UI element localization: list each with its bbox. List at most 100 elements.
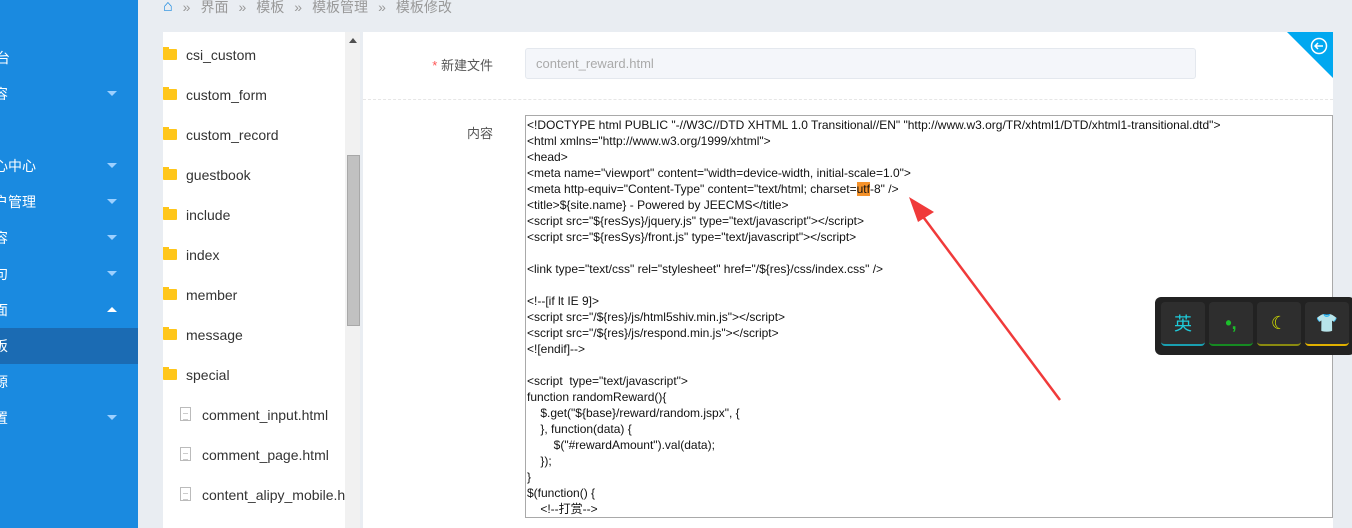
edit-form: * 新建文件 content_reward.html 内容 <!DOCTYPE … [363,32,1333,528]
tree-folder-label: guestbook [186,167,251,183]
scroll-up-icon[interactable] [349,38,357,43]
folder-icon [163,167,177,180]
folder-icon [163,207,177,220]
code-line: <link type="text/css" rel="stylesheet" h… [527,262,884,276]
sidebar-item[interactable]: 心中心 [0,148,138,184]
folder-icon [163,327,177,340]
file-icon [180,447,191,461]
sidebar-item-label: 容 [0,86,8,102]
code-line: <title>${site.name} - Powered by JEECMS<… [527,198,789,212]
content-label: 内容 [466,126,493,141]
ime-toolbar: 英 •, ☾ 👕 [1155,297,1352,355]
code-line: $.get("${base}/reward/random.jspx", { [527,406,740,420]
caret-down-icon [107,271,117,276]
tree-folder-label: special [186,367,230,383]
caret-down-icon [107,415,117,420]
tree-file[interactable]: content_alipy_mobile.h [163,485,345,505]
sidebar-item-label: 户管理 [0,194,36,210]
tree-folder[interactable]: member [163,285,237,305]
tree-folder[interactable]: csi_custom [163,45,256,65]
home-icon[interactable]: ⌂ [163,0,173,16]
crumb-sep: » [294,0,303,15]
crumb-item[interactable]: 界面 [200,0,228,17]
code-line: <html xmlns="http://www.w3.org/1999/xhtm… [527,134,771,148]
back-arrow-icon[interactable] [1309,36,1329,56]
code-line: <meta name="viewport" content="width=dev… [527,166,911,180]
file-icon [180,487,191,501]
code-line: $(function() { [527,486,596,500]
tree-folder-label: include [186,207,231,223]
code-line: <!--打赏--> [527,502,598,516]
sidebar-item-label: 心中心 [0,158,36,174]
tree-file-label: content_alipy_mobile.h [202,487,346,503]
tree-file-label: comment_input.html [202,407,329,423]
code-line: }); [527,454,552,468]
tree-folder-label: custom_form [186,87,267,103]
code-line: $("#rewardAmount").val(data); [527,438,715,452]
folder-icon [163,87,177,100]
caret-down-icon [107,91,117,96]
divider [363,99,1333,100]
scrollbar-thumb[interactable] [347,155,360,326]
caret-up-icon [107,307,117,312]
folder-icon [163,287,177,300]
tree-folder-label: csi_custom [186,47,257,63]
sidebar-item[interactable]: 面 [0,292,138,328]
code-line: } [527,470,532,484]
sidebar-item-label: 源 [0,374,8,390]
tree-folder[interactable]: special [163,365,230,385]
tree-file-label: comment_page.html [202,447,329,463]
folder-open-icon [163,367,177,380]
tree-folder-label: member [186,287,238,303]
tree-file[interactable]: comment_page.html [163,445,329,465]
tree-folder[interactable]: custom_record [163,125,279,145]
code-text: <meta http-equiv="Content-Type" content=… [527,182,857,196]
filename-input[interactable]: content_reward.html [525,48,1196,79]
code-line: <!DOCTYPE html PUBLIC "-//W3C//DTD XHTML… [527,118,1221,132]
sidebar-item[interactable]: 置 [0,400,138,436]
sidebar-item[interactable]: 台 [0,40,138,76]
tree-folder-label: index [186,247,220,263]
tree-folder[interactable]: index [163,245,219,265]
code-line: <head> [527,150,568,164]
tree-folder[interactable]: include [163,205,230,225]
crumb-item[interactable]: 模板管理 [312,0,368,17]
sidebar-item-label: 置 [0,410,8,426]
folder-icon [163,247,177,260]
sidebar-item[interactable]: 源 [0,364,138,400]
sidebar-item-label: 容 [0,230,8,246]
ime-punct-button[interactable]: •, [1209,302,1253,346]
file-icon [180,407,191,421]
sidebar-item[interactable]: 句 [0,256,138,292]
sidebar-item[interactable]: 户管理 [0,184,138,220]
folder-icon [163,127,177,140]
file-label-text: 新建文件 [440,58,493,73]
tree-folder[interactable]: message [163,325,243,345]
highlighted-text: utf [856,182,870,196]
sidebar-item[interactable]: l [0,112,138,148]
code-line: }, function(data) { [527,422,632,436]
code-line: <script src="${resSys}/jquery.js" type="… [527,214,864,228]
crumb-item[interactable]: 模板 [256,0,284,17]
caret-down-icon [107,199,117,204]
tree-folder[interactable]: guestbook [163,165,251,185]
sidebar-item[interactable]: 板 [0,328,138,364]
skin-shirt-icon[interactable]: 👕 [1305,302,1349,346]
code-text: -8" /> [869,182,899,196]
code-line: <meta http-equiv="Content-Type" content=… [527,181,1331,197]
sidebar-item[interactable]: 容 [0,220,138,256]
tree-file[interactable]: comment_input.html [163,405,328,425]
moon-icon[interactable]: ☾ [1257,302,1301,346]
tree-folder[interactable]: custom_form [163,85,267,105]
code-line: <script type="text/javascript"> [527,374,688,388]
sidebar: 台容l心中心户管理容句面板源置 [0,0,138,528]
crumb-item: 模板修改 [395,0,452,15]
sidebar-item[interactable]: 容 [0,76,138,112]
file-tree: csi_custom custom_form custom_recordguestb… [163,32,360,528]
ime-lang-button[interactable]: 英 [1161,302,1205,346]
file-label: * 新建文件 [363,55,493,74]
sidebar-item-label: 面 [0,302,8,318]
sidebar-item-label: 台 [0,50,10,66]
